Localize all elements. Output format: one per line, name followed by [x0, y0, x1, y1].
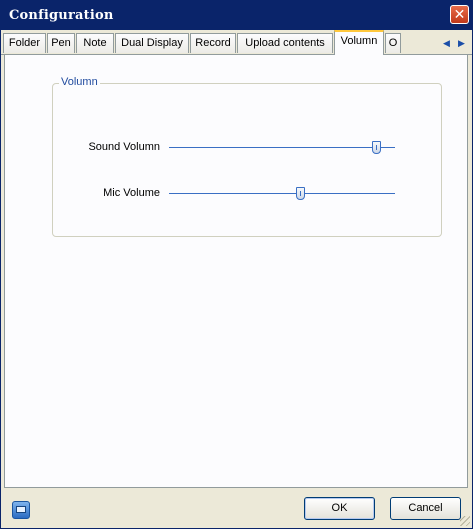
tab-upload-contents[interactable]: Upload contents — [237, 33, 333, 53]
cancel-button[interactable]: Cancel — [390, 497, 461, 520]
resize-grip[interactable] — [460, 516, 470, 526]
tab-note[interactable]: Note — [76, 33, 114, 53]
tab-folder[interactable]: Folder — [3, 33, 46, 53]
tab-dual-display[interactable]: Dual Display — [115, 33, 189, 53]
close-button[interactable]: ✕ — [450, 5, 469, 24]
display-icon[interactable] — [12, 501, 30, 519]
volume-groupbox: Volumn Sound Volumn Mic Volume — [52, 76, 442, 237]
tab-content-panel: Volumn Sound Volumn Mic Volume — [4, 55, 468, 488]
dialog-footer: OK Cancel — [1, 488, 472, 528]
close-icon: ✕ — [453, 6, 466, 22]
tab-volumn[interactable]: Volumn — [334, 30, 384, 55]
mic-volume-thumb[interactable] — [295, 187, 305, 200]
scroll-left-icon[interactable]: ◀ — [439, 35, 454, 51]
tab-pen[interactable]: Pen — [47, 33, 75, 53]
sound-volume-label: Sound Volumn — [88, 141, 160, 153]
configuration-window: Configuration ✕ Folder Pen Note Dual Dis… — [0, 0, 473, 529]
mic-volume-label: Mic Volume — [103, 187, 160, 199]
tab-scroll-buttons: ◀ ▶ — [439, 35, 469, 51]
group-legend: Volumn — [59, 76, 100, 88]
sound-volume-slider[interactable] — [169, 141, 395, 154]
title-bar[interactable]: Configuration ✕ — [1, 0, 472, 30]
tab-strip: Folder Pen Note Dual Display Record Uplo… — [1, 30, 472, 55]
tab-record[interactable]: Record — [190, 33, 236, 53]
tab-overflow[interactable]: O — [385, 33, 401, 53]
scroll-right-icon[interactable]: ▶ — [454, 35, 469, 51]
ok-button[interactable]: OK — [304, 497, 375, 520]
mic-volume-slider[interactable] — [169, 187, 395, 200]
sound-volume-thumb[interactable] — [372, 141, 382, 154]
window-title: Configuration — [9, 8, 114, 23]
